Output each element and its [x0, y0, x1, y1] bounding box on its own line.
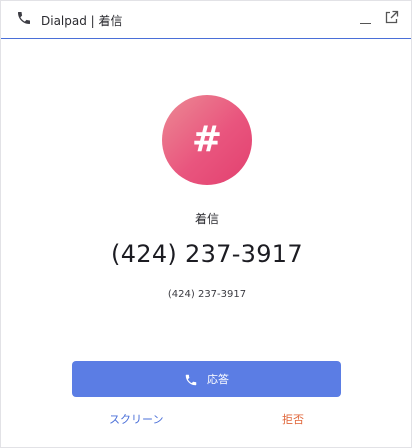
phone-icon — [16, 10, 32, 26]
caller-number: (424) 237-3917 — [111, 240, 303, 268]
title-bar: Dialpad | 着信 — [1, 1, 411, 39]
incoming-call-window: Dialpad | 着信 # 着信 (424) 237-3917 (424) 2… — [0, 0, 412, 448]
caller-avatar: # — [162, 95, 252, 185]
screen-call-button[interactable]: スクリーン — [109, 411, 163, 427]
phone-icon — [184, 372, 198, 386]
caller-number-secondary: (424) 237-3917 — [167, 289, 247, 300]
call-status: 着信 — [194, 212, 219, 226]
popout-icon[interactable] — [384, 10, 399, 25]
window-title: Dialpad | 着信 — [41, 14, 123, 28]
hash-icon: # — [191, 119, 223, 160]
decline-button[interactable]: 拒否 — [282, 411, 304, 427]
answer-label: 応答 — [207, 373, 229, 386]
minimize-icon[interactable] — [359, 11, 373, 25]
answer-button[interactable]: 応答 — [72, 361, 341, 397]
